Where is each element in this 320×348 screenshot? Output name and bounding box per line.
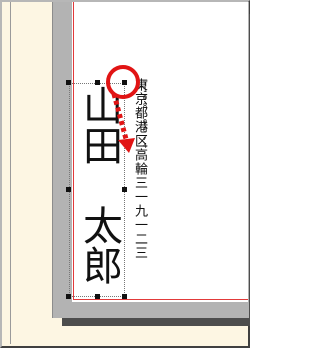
given-name-text: 太郎: [76, 205, 122, 285]
address-text[interactable]: 東京都港区高輪三一九一二三: [131, 78, 147, 260]
family-name-text: 山田: [76, 85, 122, 165]
resize-handle-bottom-center[interactable]: [95, 294, 100, 299]
page-margin-bottom-line: [73, 299, 248, 300]
resize-handle-middle-right[interactable]: [122, 187, 127, 192]
name-spacer: [76, 165, 122, 205]
resize-handle-top-center[interactable]: [95, 80, 100, 85]
resize-handle-bottom-left[interactable]: [66, 294, 71, 299]
left-ruler-strip: [2, 2, 11, 344]
recipient-name[interactable]: 山田 太郎: [74, 85, 124, 285]
resize-handle-top-right[interactable]: [122, 80, 127, 85]
resize-handle-top-left[interactable]: [66, 80, 71, 85]
resize-handle-bottom-right[interactable]: [122, 294, 127, 299]
resize-handle-middle-left[interactable]: [66, 187, 71, 192]
